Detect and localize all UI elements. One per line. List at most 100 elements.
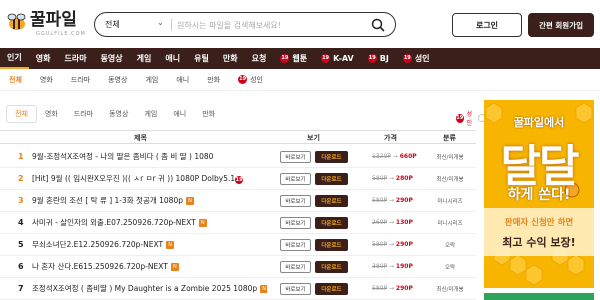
nav-item-anime[interactable]: 애니 — [158, 48, 187, 69]
nav-item-comic[interactable]: 만화 — [216, 48, 245, 69]
adult-toggle-label: 성인 — [466, 111, 473, 127]
subnav-item-adult[interactable]: 19 성인 — [229, 75, 272, 85]
rank-number: 7 — [18, 284, 24, 293]
subnav-item-video[interactable]: 동영상 — [99, 75, 136, 85]
download-button[interactable]: 다운로드 — [315, 283, 348, 295]
view-button[interactable]: 바로보기 — [280, 173, 311, 185]
new-price: 290P — [395, 285, 413, 292]
nav-item-game[interactable]: 게임 — [130, 48, 159, 69]
nav-item-bj[interactable]: 19 BJ — [361, 48, 396, 69]
row-title[interactable]: 조정석X조여정 ( 좀비딸 ) My Daughter is a Zombie … — [32, 283, 267, 294]
subnav-item-all[interactable]: 전체 — [0, 75, 31, 85]
subnav-item-drama[interactable]: 드라마 — [62, 75, 99, 85]
nav-item-webtoon[interactable]: 19 웹툰 — [273, 48, 314, 69]
view-button[interactable]: 바로보기 — [280, 217, 311, 229]
secondary-banner[interactable] — [484, 293, 594, 300]
row-title[interactable]: 나 혼자 산다.E615.250926.720p-NEXT N — [32, 261, 179, 272]
nav-item-kav[interactable]: 19 K-AV — [314, 48, 361, 69]
price: 1320P → 660P — [372, 153, 417, 160]
promo-line-3: 하게 쏜다! — [507, 187, 571, 203]
table-row[interactable]: 4 사미귀 - 살인자의 외출.E07.250926.720p-NEXT N 바로보기… — [0, 212, 476, 234]
price: 380P → 190P — [372, 263, 413, 270]
ranking-list: 전체 영화 드라마 동영상 게임 애니 만화 19 성인 제목 보기 가격 분류… — [0, 92, 490, 300]
rank-number: 1 — [18, 152, 24, 161]
nav-item-adult[interactable]: 19 성인 — [396, 48, 437, 69]
table-row[interactable]: 5 무쇠소녀단2.E12.250926.720p-NEXT N 바로보기 다운로드 580… — [0, 234, 476, 256]
rank-number: 5 — [18, 240, 24, 249]
row-title-text[interactable]: 9월-조정석X조여정 - 나의 딸은 좀비다 ( 좀 비 딸 ) 1080 — [32, 152, 213, 161]
search-category-select[interactable]: 전체 — [105, 19, 120, 30]
arrow-icon: → — [387, 285, 396, 292]
new-price: 290P — [395, 197, 413, 204]
nav-item-util[interactable]: 유틸 — [187, 48, 216, 69]
download-button[interactable]: 다운로드 — [315, 239, 348, 251]
tab-all[interactable]: 전체 — [6, 105, 37, 123]
arrow-icon: → — [387, 175, 396, 182]
logo[interactable]: 꿀파일 GGULFILE.COM — [6, 10, 85, 40]
row-title-text[interactable]: 조정석X조여정 ( 좀비딸 ) My Daughter is a Zombie … — [32, 284, 257, 293]
row-title-text[interactable]: 9월 혼란의 조선 [ 탁 류 ] 1-3화 첫공개 1080p — [32, 196, 183, 205]
adult-badge-icon: 19 — [456, 113, 464, 123]
row-title-text[interactable]: 사미귀 - 살인자의 외출.E07.250926.720p-NEXT — [32, 218, 196, 227]
adult-badge-icon: 19 — [367, 54, 377, 63]
search-divider — [171, 19, 172, 31]
table-row[interactable]: 1 9월-조정석X조여정 - 나의 딸은 좀비다 ( 좀 비 딸 ) 1080 바로… — [0, 146, 476, 168]
bee-logo-icon — [7, 13, 26, 30]
view-button[interactable]: 바로보기 — [280, 261, 311, 273]
tab-video[interactable]: 동영상 — [101, 105, 136, 123]
download-button[interactable]: 다운로드 — [315, 217, 348, 229]
nav-item-movie[interactable]: 영화 — [29, 48, 58, 69]
row-title[interactable]: 9월 혼란의 조선 [ 탁 류 ] 1-3화 첫공개 1080p N — [32, 195, 194, 206]
table-row[interactable]: 6 나 혼자 산다.E615.250926.720p-NEXT N 바로보기 다운로드 3… — [0, 256, 476, 278]
view-button[interactable]: 바로보기 — [280, 151, 311, 163]
search-icon[interactable] — [371, 18, 385, 32]
tab-anime[interactable]: 애니 — [165, 105, 194, 123]
table-row[interactable]: 7 조정석X조여정 ( 좀비딸 ) My Daughter is a Zombie… — [0, 278, 476, 300]
row-title[interactable]: 9월-조정석X조여정 - 나의 딸은 좀비다 ( 좀 비 딸 ) 1080 — [32, 151, 213, 162]
tab-comic[interactable]: 만화 — [194, 105, 223, 123]
row-title[interactable]: 무쇠소녀단2.E12.250926.720p-NEXT N — [32, 239, 175, 250]
nav-item-request[interactable]: 요청 — [245, 48, 274, 69]
old-price: 380P — [372, 263, 388, 270]
promo-banner[interactable]: 꿀파일에서 달달 하게 쏜다! 판매자 신청만 하면 최고 수익 보장! — [484, 100, 594, 288]
rank-number: 3 — [18, 196, 24, 205]
old-price: 580P — [372, 197, 388, 204]
tab-movie[interactable]: 영화 — [37, 105, 66, 123]
row-title-text[interactable]: [Hit] 9월 (( 임시완X오우진 )(( ㅅr ㅁr 귀 )) 1080P… — [32, 174, 235, 183]
download-button[interactable]: 다운로드 — [315, 195, 348, 207]
chevron-down-icon[interactable]: ⌄ — [157, 18, 164, 27]
download-button[interactable]: 다운로드 — [315, 173, 348, 185]
new-price: 660P — [399, 153, 417, 160]
row-title[interactable]: 사미귀 - 살인자의 외출.E07.250926.720p-NEXT N — [32, 217, 207, 228]
nav-item-drama[interactable]: 드라마 — [57, 48, 93, 69]
nav-item-popular[interactable]: 인기 — [0, 48, 29, 69]
row-title-text[interactable]: 나 혼자 산다.E615.250926.720p-NEXT — [32, 262, 168, 271]
row-title[interactable]: [Hit] 9월 (( 임시완X오우진 )(( ㅅr ㅁr 귀 )) 1080P… — [32, 173, 246, 184]
join-button[interactable]: 간편 회원가입 — [528, 13, 594, 37]
subnav-item-game[interactable]: 게임 — [136, 75, 167, 85]
row-category: 오락 — [444, 243, 456, 249]
adult-badge-icon: 19 — [321, 54, 331, 63]
view-button[interactable]: 바로보기 — [280, 195, 311, 207]
price: 580P → 290P — [372, 285, 413, 292]
new-price: 290P — [395, 241, 413, 248]
download-button[interactable]: 다운로드 — [315, 151, 348, 163]
nav-item-video[interactable]: 동영상 — [94, 48, 130, 69]
login-button[interactable]: 로그인 — [452, 13, 522, 37]
new-badge-icon: N — [198, 219, 207, 227]
arrow-icon: → — [387, 263, 396, 270]
tab-game[interactable]: 게임 — [136, 105, 165, 123]
row-category: 최신/미개봉 — [436, 287, 464, 293]
table-row[interactable]: 3 9월 혼란의 조선 [ 탁 류 ] 1-3화 첫공개 1080p N 바로보기 다운… — [0, 190, 476, 212]
search-input[interactable] — [177, 17, 367, 33]
download-button[interactable]: 다운로드 — [315, 261, 348, 273]
table-row[interactable]: 2 [Hit] 9월 (( 임시완X오우진 )(( ㅅr ㅁr 귀 )) 1080… — [0, 168, 476, 190]
row-title-text[interactable]: 무쇠소녀단2.E12.250926.720p-NEXT — [32, 240, 163, 249]
subnav-item-label: 성인 — [250, 75, 263, 84]
tab-drama[interactable]: 드라마 — [66, 105, 101, 123]
view-button[interactable]: 바로보기 — [280, 283, 311, 295]
subnav-item-anime[interactable]: 애니 — [167, 75, 198, 85]
subnav-item-comic[interactable]: 만화 — [198, 75, 229, 85]
view-button[interactable]: 바로보기 — [280, 239, 311, 251]
subnav-item-movie[interactable]: 영화 — [31, 75, 62, 85]
